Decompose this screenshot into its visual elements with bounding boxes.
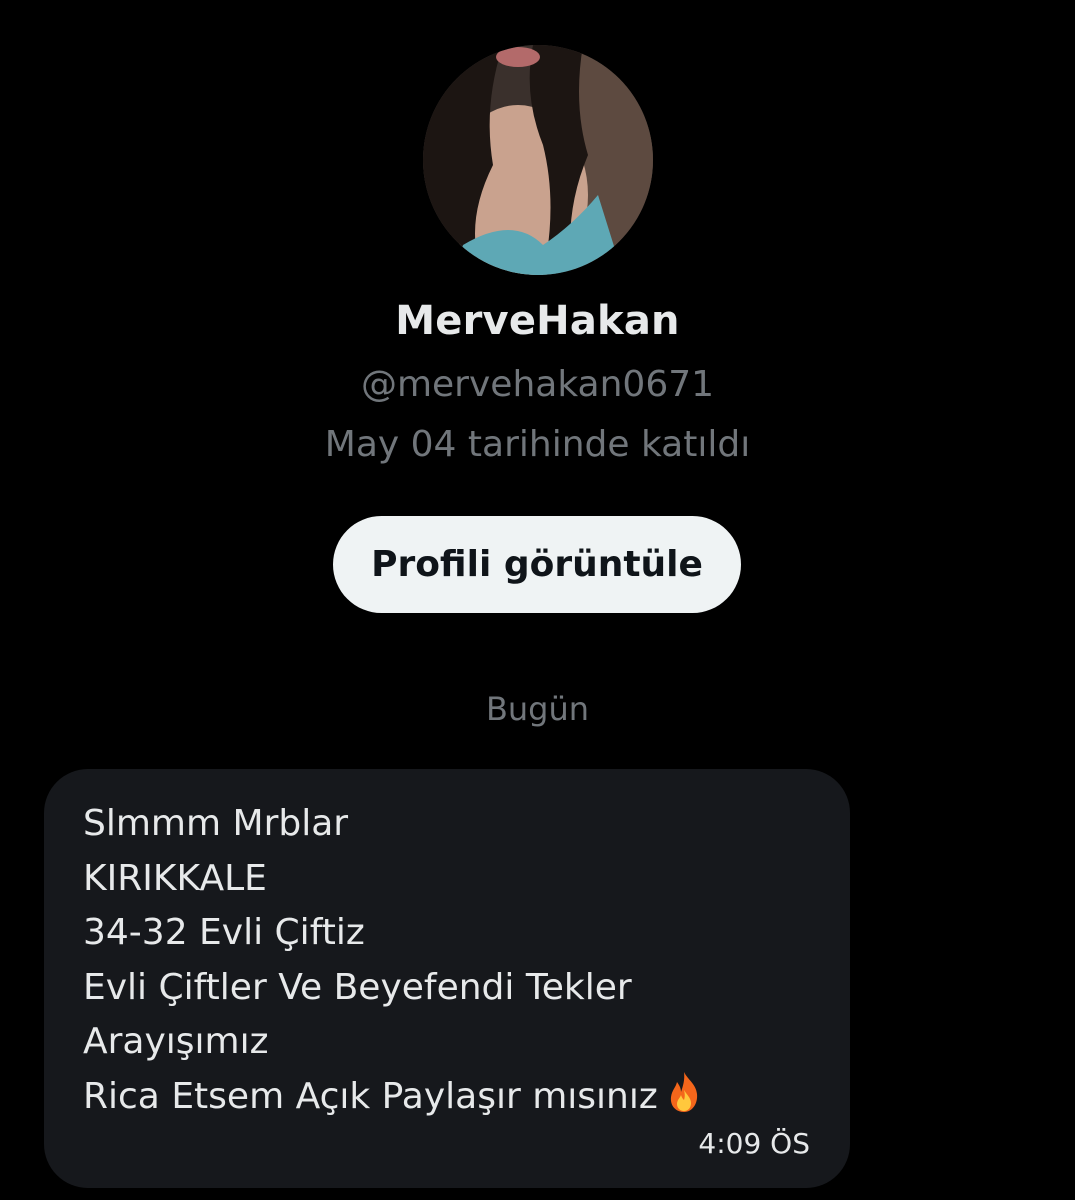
- message-bubble[interactable]: Slmmm Mrblar KIRIKKALE 34-32 Evli Çiftiz…: [44, 769, 850, 1188]
- message-line: 34-32 Evli Çiftiz: [83, 912, 365, 953]
- message-timestamp: 4:09 ÖS: [698, 1127, 810, 1160]
- message-line: Rica Etsem Açık Paylaşır mısınız: [83, 1075, 658, 1117]
- joined-date: May 04 tarihinde katıldı: [324, 424, 751, 465]
- day-separator: Bugün: [485, 690, 590, 728]
- display-name: MerveHakan: [395, 298, 680, 344]
- avatar-image: [423, 45, 653, 275]
- message-line: Evli Çiftler Ve Beyefendi Tekler: [83, 966, 632, 1008]
- message-line: KIRIKKALE: [83, 857, 267, 899]
- avatar[interactable]: [423, 45, 653, 275]
- message-line: Arayışımız: [83, 1021, 269, 1062]
- username-handle: @mervehakan0671: [360, 364, 715, 405]
- message-text: Slmmm Mrblar KIRIKKALE 34-32 Evli Çiftiz…: [83, 797, 704, 1124]
- message-line: Slmmm Mrblar: [83, 803, 349, 844]
- view-profile-button[interactable]: Profili görüntüle: [333, 516, 741, 613]
- message-line-last: Rica Etsem Açık Paylaşır mısınız: [83, 1070, 704, 1125]
- fire-icon: [664, 1070, 704, 1114]
